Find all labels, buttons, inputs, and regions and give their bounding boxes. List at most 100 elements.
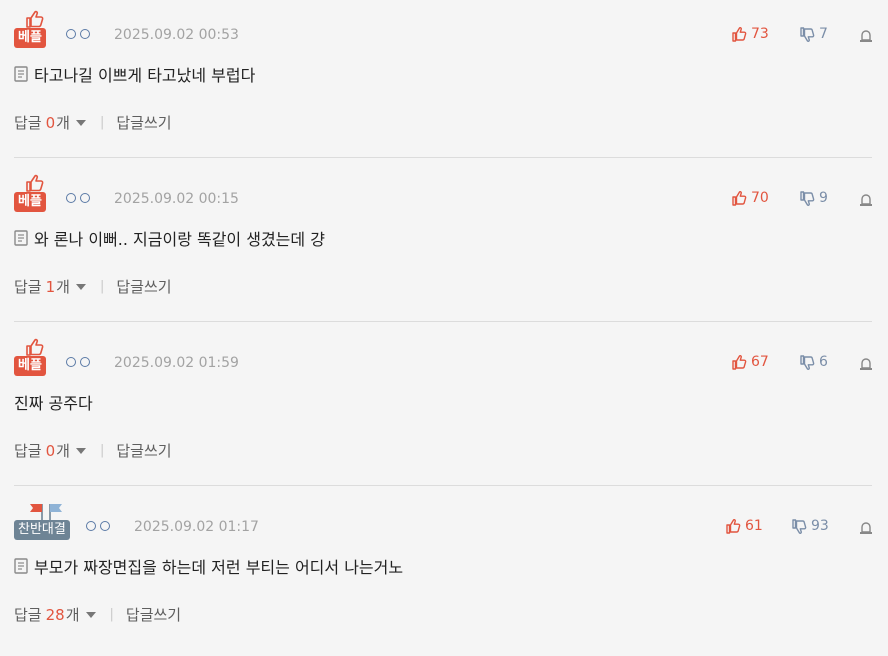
dislike-button[interactable]: 6 <box>800 354 828 370</box>
caret-down-icon <box>75 447 86 454</box>
comment-item: 베플 2025.09.02 01:59 67 6 진짜 공주다 답글 0 개 |… <box>0 328 888 492</box>
reply-count: 1 <box>45 277 56 296</box>
thumbs-down-icon <box>800 190 815 206</box>
comment-text-row: 와 론나 이뻐.. 지금이랑 똑같이 생겼는데 걍 <box>14 226 325 250</box>
dislike-button[interactable]: 93 <box>792 518 829 534</box>
like-button[interactable]: 73 <box>732 26 769 42</box>
divider: | <box>99 115 105 130</box>
circle-icon <box>66 29 76 39</box>
dislike-count: 9 <box>819 190 828 206</box>
circle-icon <box>66 357 76 367</box>
thumbs-up-outline-icon <box>26 174 44 192</box>
best-badge: 베플 <box>14 174 54 214</box>
comment-date: 2025.09.02 01:59 <box>114 355 239 371</box>
comment-text: 부모가 짜장면집을 하는데 저런 부티는 어디서 나는거노 <box>34 558 404 577</box>
dislike-button[interactable]: 7 <box>800 26 828 42</box>
circle-icon <box>66 193 76 203</box>
best-badge: 베플 <box>14 10 54 50</box>
write-reply-button[interactable]: 답글쓰기 <box>116 276 171 297</box>
badge-label: 찬반대결 <box>14 520 70 540</box>
comment-item: 찬반대결 2025.09.02 01:17 61 93 부모가 짜장면집을 하는… <box>0 492 888 656</box>
memo-image-icon[interactable] <box>14 558 28 574</box>
reply-toggle[interactable]: 답글 0 개 <box>14 112 86 133</box>
badge-label: 베플 <box>14 356 46 376</box>
circle-icon <box>80 193 90 203</box>
caret-down-icon <box>75 283 86 290</box>
write-reply-button[interactable]: 답글쓰기 <box>116 112 171 133</box>
report-siren-icon[interactable] <box>858 519 874 535</box>
like-count: 70 <box>751 190 769 206</box>
write-reply-button[interactable]: 답글쓰기 <box>126 604 181 625</box>
badge-label: 베플 <box>14 192 46 212</box>
divider <box>14 157 872 158</box>
memo-image-icon[interactable] <box>14 230 28 246</box>
user-icon[interactable] <box>86 518 110 534</box>
comment-item: 베플 2025.09.02 00:53 73 7 타고나길 이쁘게 타고났네 부… <box>0 0 888 164</box>
reply-count: 0 <box>45 113 56 132</box>
thumbs-up-outline-icon <box>26 338 44 356</box>
thumbs-down-icon <box>800 354 815 370</box>
circle-icon <box>86 521 96 531</box>
divider: | <box>109 607 114 622</box>
reply-toggle[interactable]: 답글 1 개 <box>14 276 86 297</box>
flags-icon <box>30 504 62 520</box>
thumbs-down-icon <box>792 518 807 534</box>
reply-unit: 개 <box>56 442 70 460</box>
reply-label: 답글 <box>14 442 42 460</box>
circle-icon <box>100 521 110 531</box>
reply-unit: 개 <box>65 606 80 624</box>
report-siren-icon[interactable] <box>858 355 874 371</box>
like-button[interactable]: 70 <box>732 190 769 206</box>
like-count: 61 <box>745 518 763 534</box>
thumbs-down-icon <box>800 26 815 42</box>
user-icon[interactable] <box>66 190 90 206</box>
reply-toggle[interactable]: 답글 0 개 <box>14 440 86 461</box>
comment-text-row: 진짜 공주다 <box>14 390 93 414</box>
comment-text-row: 타고나길 이쁘게 타고났네 부럽다 <box>14 62 255 86</box>
comment-text-row: 부모가 짜장면집을 하는데 저런 부티는 어디서 나는거노 <box>14 554 403 578</box>
comment-item: 베플 2025.09.02 00:15 70 9 와 론나 이뻐.. 지금이랑 … <box>0 164 888 328</box>
memo-image-icon[interactable] <box>14 66 28 82</box>
like-button[interactable]: 67 <box>732 354 769 370</box>
divider <box>14 321 872 322</box>
dislike-count: 6 <box>819 354 828 370</box>
dislike-count: 7 <box>819 26 828 42</box>
reply-row: 답글 0 개 | 답글쓰기 <box>14 440 172 461</box>
reply-count: 28 <box>45 605 65 624</box>
thumbs-up-icon <box>732 354 747 370</box>
report-siren-icon[interactable] <box>858 191 874 207</box>
comment-date: 2025.09.02 00:15 <box>114 191 239 207</box>
comment-text: 타고나길 이쁘게 타고났네 부럽다 <box>34 66 256 85</box>
dislike-button[interactable]: 9 <box>800 190 828 206</box>
reply-toggle[interactable]: 답글 28 개 <box>14 604 96 625</box>
best-badge: 베플 <box>14 338 54 378</box>
comment-text: 진짜 공주다 <box>14 394 93 413</box>
reply-row: 답글 28 개 | 답글쓰기 <box>14 604 181 625</box>
badge-label: 베플 <box>14 28 46 48</box>
dislike-count: 93 <box>811 518 829 534</box>
circle-icon <box>80 357 90 367</box>
reply-label: 답글 <box>14 278 42 296</box>
report-siren-icon[interactable] <box>858 27 874 43</box>
thumbs-up-outline-icon <box>26 10 44 28</box>
reply-row: 답글 0 개 | 답글쓰기 <box>14 112 172 133</box>
write-reply-button[interactable]: 답글쓰기 <box>116 440 171 461</box>
reply-label: 답글 <box>14 114 42 132</box>
like-button[interactable]: 61 <box>726 518 763 534</box>
vs-badge: 찬반대결 <box>14 502 84 542</box>
user-icon[interactable] <box>66 26 90 42</box>
divider: | <box>99 279 105 294</box>
reply-label: 답글 <box>14 606 42 624</box>
comment-date: 2025.09.02 00:53 <box>114 27 239 43</box>
caret-down-icon <box>75 119 86 126</box>
caret-down-icon <box>85 611 96 618</box>
thumbs-up-icon <box>732 190 747 206</box>
reply-unit: 개 <box>56 114 70 132</box>
divider <box>14 485 872 486</box>
reply-count: 0 <box>45 441 56 460</box>
user-icon[interactable] <box>66 354 90 370</box>
reply-row: 답글 1 개 | 답글쓰기 <box>14 276 172 297</box>
like-count: 67 <box>751 354 769 370</box>
comment-date: 2025.09.02 01:17 <box>134 519 259 535</box>
divider: | <box>99 443 105 458</box>
